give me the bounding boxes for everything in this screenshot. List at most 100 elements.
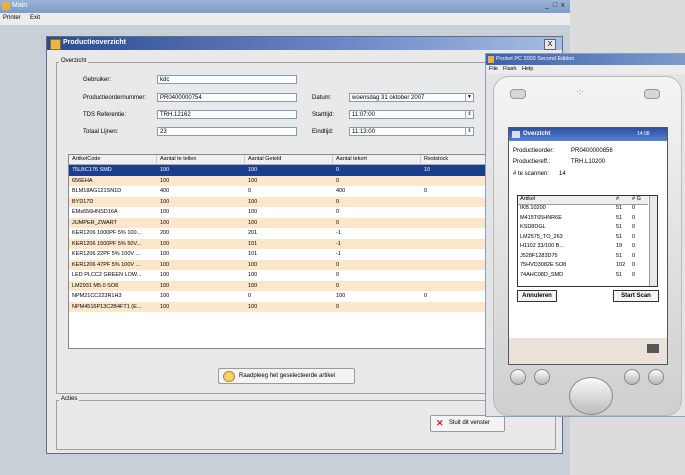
header-aantal-te-tellen[interactable]: Aantal te tellen — [157, 155, 245, 164]
keyboard-icon[interactable] — [647, 344, 659, 353]
table-row[interactable]: 75LBC176 SMD 100 100 0 10 — [69, 165, 509, 176]
view-article-button[interactable]: Raadpleeg het geselecteerde artikel — [218, 368, 355, 384]
power-button[interactable] — [510, 89, 526, 99]
table-cell: 400 — [336, 188, 346, 194]
emulator-title-bar: Pocket PC 2003 Second Edition — [486, 54, 685, 65]
productieorder-field[interactable]: PR0400000754 — [157, 93, 297, 102]
list-item[interactable]: LM2575_TO_263 51 0 — [518, 234, 648, 242]
list-cell: H1102 33/100 B... — [520, 243, 564, 249]
order-label: Productieorder: — [513, 148, 555, 154]
table-cell: 0 — [248, 293, 252, 299]
start-scan-button[interactable]: Start Scan — [613, 290, 659, 302]
list-item[interactable]: J528F1283D75 51 0 — [518, 253, 648, 261]
table-row[interactable]: LM2931 M5.0 SO8 100 100 0 — [69, 280, 509, 291]
table-cell: 100 — [160, 177, 170, 184]
table-row[interactable]: KER1206 1000PF 5% 100... 200 201 -1 — [69, 228, 509, 239]
pda-header-counted[interactable]: # G — [632, 196, 641, 204]
menu-flash[interactable]: Flash — [503, 66, 516, 72]
chevron-down-icon[interactable]: ▼ — [465, 93, 473, 102]
cancel-button[interactable]: Annuleren — [517, 290, 557, 302]
datum-label: Datum: — [312, 95, 332, 101]
emulator-icon — [488, 56, 494, 63]
contacts-hw-button[interactable] — [534, 369, 550, 385]
list-cell: 0 — [632, 262, 636, 268]
list-item[interactable]: KSD8DGL 51 0 — [518, 224, 648, 232]
close-window-button[interactable]: ✕ Sluit dit venster — [430, 415, 505, 432]
list-item[interactable]: M415T65HNR6E 51 0 — [518, 215, 648, 223]
tds-field[interactable]: TRH.12162 — [157, 110, 297, 119]
list-item[interactable]: H1102 33/100 B... 19 0 — [518, 243, 648, 251]
articles-table[interactable]: ArtikelCode Aantal te tellen Aantal Gete… — [68, 154, 510, 349]
menu-exit[interactable]: Exit — [30, 15, 40, 21]
datum-field[interactable]: woensdag 31 oktober 2007 ▼ — [349, 93, 474, 102]
table-row[interactable]: 656EHA 100 100 0 — [69, 175, 509, 186]
app-icon — [2, 2, 10, 10]
lightbulb-icon — [223, 371, 235, 382]
emulator-title: Pocket PC 2003 Second Edition — [496, 56, 575, 62]
calendar-hw-button[interactable] — [510, 369, 526, 385]
totaal-field[interactable]: 23 — [157, 127, 297, 136]
close-icon: ✕ — [436, 418, 444, 428]
table-row[interactable]: EMs656HNSD16A 100 100 0 — [69, 207, 509, 218]
pda-header-artikel[interactable]: Artikel — [520, 196, 535, 204]
table-cell: NPM4516P13C2B4FT1 (E... — [72, 303, 142, 310]
header-aantal-geteld[interactable]: Aantal Geteld — [245, 155, 333, 164]
child-title-bar: Productieoverzicht X — [47, 37, 562, 50]
pda-article-list[interactable]: Artikel # # G IKB.10200 51 0 M415T65HNR6E 51… — [517, 195, 658, 287]
start-icon[interactable] — [512, 131, 520, 138]
pda-list-scrollbar[interactable] — [649, 196, 657, 286]
table-row[interactable]: KER1206 47PF 5% 100V ... 100 100 0 — [69, 259, 509, 270]
table-cell: 0 — [336, 303, 340, 310]
pda-nav-bar: Overzicht 14:08 — [509, 128, 667, 141]
table-cell: 201 — [248, 230, 258, 236]
table-row[interactable]: KER1206 1500PF 5% 50V... 100 101 -1 — [69, 238, 509, 249]
list-cell: 0 — [632, 271, 636, 278]
spinner-icon[interactable]: ⇕ — [465, 110, 473, 119]
eindtijd-value: 11:13:00 — [352, 129, 375, 135]
table-row[interactable]: BYD17D 100 100 0 — [69, 196, 509, 207]
table-row[interactable]: NPM4516P13C2B4FT1 (E... 100 100 0 — [69, 301, 509, 312]
spinner-icon[interactable]: ⇕ — [465, 127, 473, 136]
dpad-button[interactable] — [569, 377, 613, 415]
eindtijd-label: Eindtijd: — [312, 129, 334, 135]
table-cell: 101 — [248, 240, 258, 247]
list-item[interactable]: IKB.10200 51 0 — [518, 205, 648, 213]
home-hw-button[interactable] — [648, 369, 664, 385]
list-cell: J528F1283D75 — [520, 252, 558, 259]
window-controls[interactable]: _ □ x — [545, 2, 566, 9]
table-cell: 100 — [248, 167, 258, 173]
eindtijd-field[interactable]: 11:13:00 ⇕ — [349, 127, 474, 136]
brand-logo-icon: ·:· — [576, 87, 584, 96]
table-row[interactable]: NPM21CC223R1H3 100 0 100 0 — [69, 291, 509, 302]
inbox-hw-button[interactable] — [624, 369, 640, 385]
header-aantal-tekort[interactable]: Aantal tekort — [333, 155, 421, 164]
header-artikelcode[interactable]: ArtikelCode — [69, 155, 157, 164]
table-cell: 0 — [336, 282, 340, 289]
table-row[interactable]: BLM18AG121SN1D 400 0 400 0 — [69, 186, 509, 197]
table-cell: 0 — [248, 188, 252, 194]
list-cell: 0 — [632, 205, 636, 211]
starttijd-field[interactable]: 11:07:00 ⇕ — [349, 110, 474, 119]
list-cell: IKB.10200 — [520, 205, 546, 211]
menu-printer[interactable]: Printer — [3, 15, 21, 21]
menu-file[interactable]: File — [489, 66, 498, 72]
record-button[interactable] — [644, 89, 660, 99]
pda-title: Overzicht — [523, 131, 551, 137]
list-item[interactable]: 74AHC08D_SMD 51 0 — [518, 272, 648, 280]
table-row[interactable]: JUMPER_ZWART 100 100 0 — [69, 217, 509, 228]
pda-header-count[interactable]: # — [616, 196, 619, 204]
list-cell: KSD8DGL — [520, 224, 546, 230]
list-item[interactable]: 75HVD3082E SO8 102 0 — [518, 262, 648, 270]
overview-label: Overzicht — [59, 58, 89, 64]
table-row[interactable]: LED PLCC2 GREEN LOW... 100 100 0 — [69, 270, 509, 281]
order-value: PR0400000856 — [571, 148, 613, 154]
table-row[interactable]: KER1206 22PF 5% 100V ... 100 101 -1 — [69, 249, 509, 260]
gebruiker-field[interactable]: kdc — [157, 75, 297, 84]
starttijd-value: 11:07:00 — [352, 112, 375, 118]
pda-command-bar — [509, 338, 667, 364]
table-cell: 656EHA — [72, 177, 93, 184]
table-cell: 100 — [160, 293, 170, 299]
menu-help[interactable]: Help — [522, 66, 533, 72]
list-cell: 19 — [616, 243, 623, 249]
child-close-button[interactable]: X — [544, 39, 556, 50]
